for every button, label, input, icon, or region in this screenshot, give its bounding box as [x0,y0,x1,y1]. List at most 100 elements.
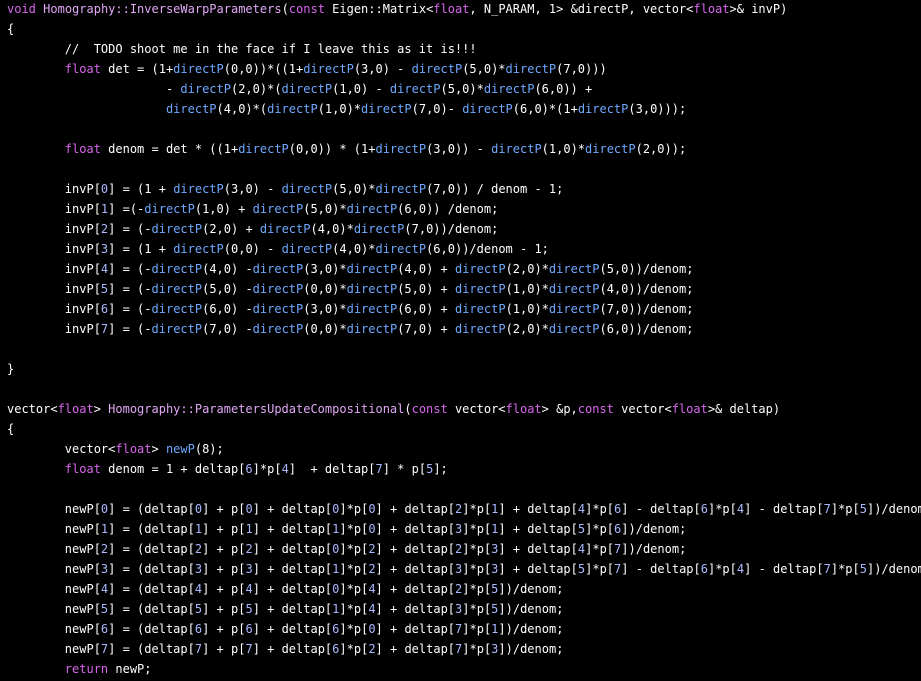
code-line: return newP; [7,660,152,678]
code-text: (4,0)* [332,242,376,256]
number-token: 6 [245,462,253,476]
code-line: newP[2] = (deltap[2] + p[2] + deltap[0]*… [7,540,687,558]
code-text: (6,0) + [397,302,455,316]
code-line: newP[3] = (deltap[3] + p[3] + deltap[1]*… [7,560,921,578]
number-token: 2 [245,542,253,556]
code-line: invP[7] = (-directP(7,0) -directP(0,0)*d… [7,320,694,338]
code-text: ] + deltap[ [252,542,333,556]
code-text: ]; [433,462,448,476]
code-text: ]*p[ [339,502,369,516]
call-token: directP [281,82,333,96]
code-line: void Homography::InverseWarpParameters(c… [7,0,787,18]
code-text: ]*p[ [339,542,369,556]
code-text: newP[ [7,542,101,556]
code-text: invP[ [7,322,101,336]
code-text: ]*p[ [462,502,492,516]
code-text: invP[ [7,242,101,256]
code-text: ] + p[ [202,642,246,656]
code-text: ] + deltap[ [375,562,456,576]
code-text: (5,0)* [462,62,506,76]
code-text: ] + deltap[ [252,642,333,656]
code-text: (0,0) - [223,242,282,256]
code-text: (0,0)* [303,282,347,296]
code-text: ( [404,402,412,416]
code-text: ]*p[ [339,582,369,596]
code-editor[interactable]: void Homography::InverseWarpParameters(c… [0,0,921,681]
code-text: denom = det * ((1+ [100,142,239,156]
call-token: directP [346,302,398,316]
code-line: { [7,420,14,438]
call-token: directP [281,242,333,256]
call-token: directP [259,222,311,236]
code-text: Eigen::Matrix< [324,2,434,16]
number-token: 4 [368,582,376,596]
keyword-token: float [64,142,101,156]
call-token: directP [252,262,304,276]
number-token: 5 [859,562,867,576]
code-text: ] + deltap[ [375,642,456,656]
code-text: invP[ [7,202,101,216]
code-text: ] + deltap[ [375,522,456,536]
code-text: ]*p[ [585,542,615,556]
code-text: vector< [7,402,58,416]
code-text: ] + p[ [202,562,246,576]
function-name-token: Homography::ParametersUpdateCompositiona… [108,402,405,416]
number-token: 6 [245,622,253,636]
code-text: ] = (deltap[ [108,642,195,656]
code-text: (5,0) + [397,282,455,296]
keyword-token: float [693,2,730,16]
call-token: directP [361,102,412,116]
code-text: (7,0)- [411,102,463,116]
function-name-token: Homography::InverseWarpParameters [43,2,282,16]
number-token: 7 [245,642,253,656]
code-text: ] + deltap[ [375,502,456,516]
code-text: ] = (deltap[ [108,582,195,596]
code-text: (0,0))*((1+ [223,62,304,76]
number-token: 0 [368,522,376,536]
call-token: directP [165,102,217,116]
code-text: invP[ [7,262,101,276]
code-text: ] + deltap[ [252,602,333,616]
code-line: float det = (1+directP(0,0))*((1+directP… [7,60,607,78]
code-text: ]*p[ [252,462,282,476]
keyword-token: return [64,662,109,676]
call-token: directP [173,62,224,76]
call-token: directP [548,262,600,276]
call-token: directP [491,142,542,156]
code-text: (7,0) - [202,322,253,336]
call-token: directP [411,62,463,76]
code-text: (7,0))/denom; [599,302,694,316]
code-text: ])/denom [866,562,921,576]
code-text: ]*p[ [339,622,369,636]
code-text: ] = (1 + [108,182,174,196]
code-text: (3,0)* [303,302,347,316]
code-text: ]*p[ [585,502,615,516]
code-text: ] + deltap[ [375,622,456,636]
code-text: (2,0)* [505,322,549,336]
call-token: directP [389,82,441,96]
code-text: ] * p[ [382,462,427,476]
code-text: ] = (1 + [108,242,174,256]
code-line: invP[2] = (-directP(2,0) + directP(4,0)*… [7,220,499,238]
code-text: ]*p[ [462,522,492,536]
code-line: invP[6] = (-directP(6,0) -directP(3,0)*d… [7,300,694,318]
call-token: directP [173,242,224,256]
call-token: directP [252,282,304,296]
code-text: ] = (- [108,282,152,296]
code-text: (2,0)); [635,142,687,156]
code-text: (5,0))/denom; [599,262,694,276]
keyword-token: float [115,442,152,456]
code-line: directP(4,0)*(directP(1,0)*directP(7,0)-… [7,100,686,118]
comment-text: // TODO shoot me in the face if I leave … [7,42,477,56]
number-token: 3 [245,562,253,576]
code-text: (2,0) + [202,222,260,236]
code-text: ] + deltap[ [375,602,456,616]
code-text: ] + p[ [202,602,246,616]
code-text: >& deltap) [707,402,781,416]
code-text: newP[ [7,602,101,616]
number-token: 7 [823,502,831,516]
number-token: 1 [245,522,253,536]
number-token: 4 [368,602,376,616]
code-text: ]*p[ [830,502,860,516]
